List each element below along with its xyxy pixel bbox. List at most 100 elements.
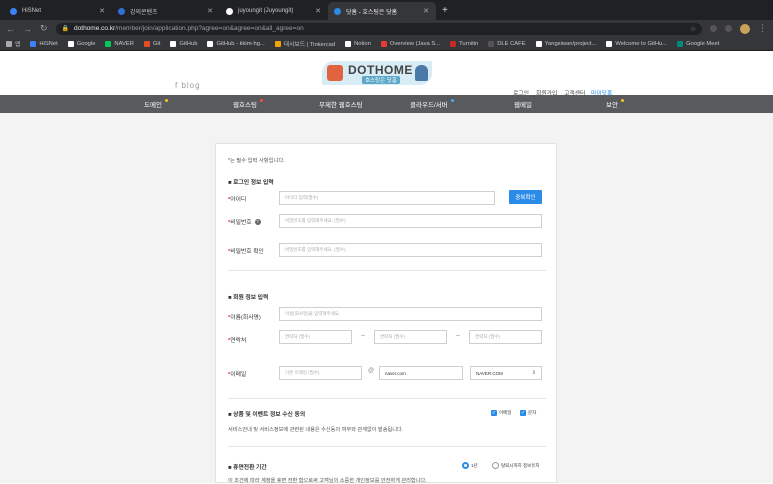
close-icon[interactable]: ✕ [315, 7, 321, 15]
name-label: *이름(회사명) [228, 315, 261, 321]
select-arrow-icon: ⇕ [531, 370, 536, 376]
email-label: *이메일 [228, 372, 247, 378]
bookmark-favicon-icon [606, 40, 613, 47]
bookmark-item[interactable]: Google Meet [677, 40, 720, 47]
password-label: *비밀번호? [228, 219, 261, 226]
bookmark-item[interactable]: NAVER [105, 40, 134, 47]
checkbox-label: 문자 [528, 410, 537, 415]
menu-icon[interactable]: ⋮ [758, 23, 767, 34]
address-bar[interactable]: 🔒 dothome.co.kr /member/join/application… [55, 22, 702, 35]
page-body: *는 필수 입력 사항입니다. ■ 로그인 정보 입력 *아이디 아이디 입력(… [0, 113, 773, 484]
site-header: f blog DOTHOME 호스팅은 닷홈 로그인 회원가입 고객센터 마이닷… [0, 51, 773, 97]
bookmark-label: Google [76, 40, 96, 47]
bookmark-item[interactable]: HiSNet [30, 40, 58, 47]
forward-icon[interactable]: → [23, 24, 32, 34]
id-input[interactable]: 아이디 입력(필수) [279, 191, 495, 205]
bookmark-favicon-icon [170, 40, 177, 47]
bookmark-favicon-icon [488, 40, 495, 47]
back-icon[interactable]: ← [6, 24, 15, 34]
email-domain-select[interactable]: NAVER.COM ⇕ [470, 366, 542, 380]
bookmark-item[interactable]: Turnitin [450, 40, 478, 47]
extension-icon[interactable] [725, 25, 732, 32]
name-input[interactable]: 이름(회사명)을 입력해주세요. [279, 307, 542, 321]
nav-label: 도메인 [144, 102, 162, 109]
dormant-1year-radio[interactable]: 1년 [462, 462, 478, 469]
nav-unlimited-hosting[interactable]: 무제한 웹호스팅 [319, 99, 363, 109]
bookmark-favicon-icon [67, 40, 74, 47]
bookmark-label: Git [152, 40, 161, 47]
bookmark-favicon-icon [345, 40, 352, 47]
phone-input-1[interactable]: 연락처 (필수) [279, 330, 352, 344]
close-icon[interactable]: ✕ [423, 7, 429, 15]
marketing-email-checkbox[interactable]: ✓ 이메일 [491, 410, 511, 416]
email-id-input[interactable]: 기본 이메일 (필수) [279, 366, 362, 380]
bookmark-item[interactable]: Google [67, 40, 96, 47]
nav-cloud-server[interactable]: 클라우드/서버 [410, 99, 454, 109]
bookmark-item[interactable]: 대시보드 | Tinkercad [274, 39, 335, 48]
url-path: /member/join/application.php?agree=on&ag… [115, 25, 304, 32]
bookmark-star-icon[interactable]: ☆ [690, 25, 696, 33]
bookmark-item[interactable]: Git [143, 40, 161, 47]
email-domain-input[interactable]: naver.com [379, 366, 463, 380]
nav-domain[interactable]: 도메인 [144, 99, 168, 109]
bookmark-item[interactable]: Welcome to GitHu... [606, 40, 667, 47]
new-tab-button[interactable]: + [442, 2, 448, 20]
nav-security[interactable]: 보안 [606, 99, 624, 109]
lock-icon[interactable]: 🔒 [62, 25, 69, 32]
bookmark-item[interactable]: Overview (Java S... [380, 40, 440, 47]
blog-link[interactable]: f blog [175, 81, 201, 90]
bookmark-favicon-icon [6, 40, 12, 47]
dothome-favicon-icon [334, 7, 341, 15]
nav-webhosting[interactable]: 웹호스팅 [233, 99, 263, 109]
tab-github[interactable]: juyoungit (Juyoungit) ✕ [220, 2, 328, 20]
name-label-text: 이름(회사명) [230, 315, 261, 321]
extension-icon[interactable] [710, 25, 717, 32]
bookmark-label: Google Meet [686, 40, 720, 47]
radio-selected-icon [462, 462, 469, 469]
profile-avatar[interactable] [740, 23, 750, 34]
email-select-value: NAVER.COM [476, 370, 503, 376]
tab-lecture[interactable]: 강의콘텐츠 ✕ [112, 2, 220, 20]
bookmark-item[interactable]: Yangsiwan/project... [535, 40, 596, 47]
address-toolbar: ← → ↻ 🔒 dothome.co.kr /member/join/appli… [0, 20, 773, 37]
divider [228, 270, 546, 271]
dash-separator: – [456, 332, 460, 339]
bookmark-item[interactable]: GitHub - kkim-hg... [207, 40, 265, 47]
dothome-logo[interactable]: DOTHOME 호스팅은 닷홈 [322, 61, 432, 87]
divider [228, 446, 546, 447]
nav-label: 클라우드/서버 [410, 102, 448, 109]
bookmark-favicon-icon [450, 40, 457, 47]
tab-label: 닷홈 - 호스팅은 닷홈 [346, 9, 398, 16]
phone-input-3[interactable]: 연락처 (필수) [469, 330, 542, 344]
dormant-keep-radio[interactable]: 탈퇴시까지 정보유지 [492, 462, 540, 469]
tab-dothome[interactable]: 닷홈 - 호스팅은 닷홈 ✕ [328, 2, 436, 20]
close-icon[interactable]: ✕ [207, 7, 213, 15]
bookmark-item[interactable]: 앱 [6, 39, 20, 48]
bookmark-item[interactable]: Notion [345, 40, 371, 47]
bookmark-label: Notion [354, 40, 371, 47]
help-icon[interactable]: ? [254, 219, 261, 226]
tab-label: 강의콘텐츠 [130, 9, 158, 16]
id-check-button[interactable]: 중복확인 [509, 190, 542, 204]
tab-hisnet[interactable]: HiSNet ✕ [4, 2, 112, 20]
email-label-text: 이메일 [230, 372, 247, 378]
logo-character-icon [327, 65, 343, 81]
bookmark-item[interactable]: DLE CAFE [488, 40, 526, 47]
bookmark-item[interactable]: GitHub [170, 40, 197, 47]
signup-form: *는 필수 입력 사항입니다. ■ 로그인 정보 입력 *아이디 아이디 입력(… [215, 143, 557, 484]
marketing-sms-checkbox[interactable]: ✓ 문자 [520, 410, 536, 416]
phone-input-2[interactable]: 연락처 (필수) [374, 330, 447, 344]
bookmark-favicon-icon [677, 40, 684, 47]
nav-dot [259, 99, 263, 102]
close-icon[interactable]: ✕ [99, 7, 105, 15]
password-input[interactable]: 비밀번호를 입력해주세요. (필수) [279, 214, 542, 228]
nav-webmail[interactable]: 웹메일 [514, 99, 532, 109]
member-section-title: ■ 회원 정보 입력 [228, 295, 269, 301]
nav-label: 웹메일 [514, 102, 532, 109]
logo-subtitle: 호스팅은 닷홈 [362, 76, 400, 84]
required-note: *는 필수 입력 사항입니다. [228, 158, 285, 164]
main-navigation: 도메인 웹호스팅 무제한 웹호스팅 클라우드/서버 웹메일 보안 [0, 95, 773, 113]
password-confirm-input[interactable]: 비밀번호를 입력해주세요. (필수) [279, 243, 542, 257]
nav-label: 보안 [606, 102, 618, 109]
reload-icon[interactable]: ↻ [40, 23, 48, 34]
